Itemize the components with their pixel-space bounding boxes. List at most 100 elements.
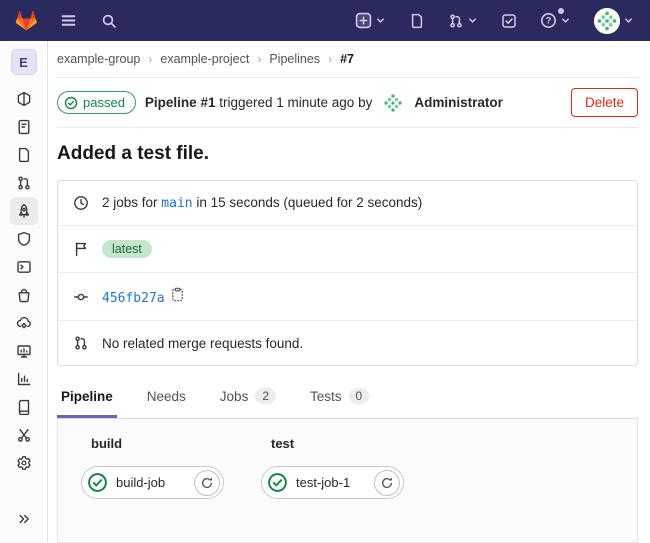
job-pill-build-job[interactable]: build-job [81, 466, 224, 499]
jobs-count-badge: 2 [255, 388, 276, 404]
bag-icon [16, 287, 32, 303]
new-dropdown-button[interactable] [353, 10, 388, 31]
left-sidebar: E [0, 41, 48, 543]
retry-job-button[interactable] [194, 470, 220, 496]
tab-label: Needs [147, 389, 186, 404]
pipeline-ref: Pipeline #1 [145, 95, 216, 110]
clipboard-icon [170, 287, 185, 302]
delete-button[interactable]: Delete [571, 88, 638, 117]
merge-requests-button[interactable] [446, 11, 480, 31]
breadcrumb-separator: › [328, 52, 332, 66]
sidebar-item-settings[interactable] [10, 449, 38, 477]
svg-text:?: ? [546, 16, 552, 26]
clock-icon [73, 195, 89, 211]
tab-label: Pipeline [61, 389, 113, 404]
retry-icon [200, 476, 214, 490]
merge-request-icon [448, 13, 464, 29]
breadcrumb-pipelines[interactable]: Pipelines [269, 52, 320, 66]
commit-sha-wrap: 456fb27a [102, 287, 185, 306]
latest-row: latest [58, 226, 637, 273]
pipeline-graph-panel: build build-job test test-job-1 [57, 419, 638, 543]
retry-icon [380, 476, 394, 490]
sidebar-item-plan[interactable] [10, 113, 38, 141]
jobs-duration-text: 2 jobs for main in 15 seconds (queued fo… [102, 195, 422, 211]
sidebar-collapse-button[interactable] [10, 505, 38, 533]
stage-column-build: build build-job [81, 436, 261, 542]
breadcrumb: example-group › example-project › Pipeli… [57, 41, 638, 78]
tab-needs[interactable]: Needs [143, 376, 190, 418]
breadcrumb-group[interactable]: example-group [57, 52, 140, 66]
check-circle-icon [64, 96, 78, 110]
todo-check-icon [501, 13, 517, 29]
jobs-text-post: in 15 seconds (queued for 2 seconds) [196, 195, 422, 210]
pipeline-summary-card: 2 jobs for main in 15 seconds (queued fo… [57, 180, 638, 366]
breadcrumb-pipeline-number: #7 [340, 52, 354, 66]
issues-button[interactable] [407, 11, 427, 31]
gitlab-app: ? E [0, 0, 650, 543]
cube-icon [16, 91, 32, 107]
rocket-icon [16, 203, 32, 219]
user-avatar[interactable] [381, 91, 405, 115]
book-icon [16, 399, 32, 415]
job-name: build-job [116, 475, 186, 490]
latest-badge: latest [102, 240, 152, 258]
user-menu-button[interactable] [592, 6, 636, 36]
sidebar-item-merge-requests[interactable] [10, 169, 38, 197]
gear-icon [16, 455, 32, 471]
commit-icon [73, 289, 89, 305]
sidebar-item-list [10, 85, 38, 477]
tab-label: Jobs [220, 389, 249, 404]
sidebar-item-monitor[interactable] [10, 337, 38, 365]
status-badge[interactable]: passed [57, 91, 136, 114]
main-content: example-group › example-project › Pipeli… [48, 41, 650, 543]
jobs-duration-row: 2 jobs for main in 15 seconds (queued fo… [58, 181, 637, 226]
job-pill-test-job-1[interactable]: test-job-1 [261, 466, 404, 499]
user-name-link[interactable]: Administrator [414, 95, 503, 110]
status-badge-label: passed [83, 95, 125, 110]
sidebar-item-wiki[interactable] [10, 393, 38, 421]
commit-title: Added a test file. [57, 143, 638, 165]
top-navbar: ? [0, 0, 650, 41]
stage-name: test [271, 436, 441, 451]
double-chevron-right-icon [17, 512, 31, 526]
retry-job-button[interactable] [374, 470, 400, 496]
tab-jobs[interactable]: Jobs 2 [216, 375, 280, 418]
project-avatar[interactable]: E [11, 49, 37, 75]
sidebar-item-secure[interactable] [10, 225, 38, 253]
copy-commit-sha-button[interactable] [170, 287, 185, 302]
user-avatar [594, 8, 620, 34]
sidebar-item-operate[interactable] [10, 309, 38, 337]
jobs-text-pre: 2 jobs for [102, 195, 158, 210]
stage-column-test: test test-job-1 [261, 436, 441, 542]
chevron-down-icon [467, 15, 478, 26]
navbar-right: ? [353, 6, 636, 36]
merge-requests-text: No related merge requests found. [102, 336, 303, 351]
hamburger-menu-button[interactable] [58, 10, 79, 31]
commit-sha-link[interactable]: 456fb27a [102, 291, 165, 306]
job-success-icon [267, 472, 288, 493]
gitlab-logo-icon[interactable] [14, 9, 38, 32]
sidebar-item-packages[interactable] [10, 281, 38, 309]
help-button[interactable]: ? [538, 10, 573, 31]
question-circle-icon: ? [540, 12, 557, 29]
search-button[interactable] [99, 11, 119, 31]
tab-pipeline[interactable]: Pipeline [57, 376, 117, 418]
commit-row: 456fb27a [58, 273, 637, 321]
sidebar-item-analyze[interactable] [10, 365, 38, 393]
sidebar-item-build[interactable] [10, 197, 38, 225]
sidebar-item-deploy[interactable] [10, 253, 38, 281]
branch-link[interactable]: main [161, 196, 192, 211]
tab-tests[interactable]: Tests0 [306, 375, 373, 418]
sidebar-item-manage[interactable] [10, 85, 38, 113]
job-success-icon [87, 472, 108, 493]
sidebar-item-code[interactable] [10, 141, 38, 169]
sidebar-item-snippets[interactable] [10, 421, 38, 449]
todos-button[interactable] [499, 11, 519, 31]
chart-icon [16, 371, 32, 387]
breadcrumb-project[interactable]: example-project [160, 52, 249, 66]
pipeline-triggered-text: Pipeline #1 triggered 1 minute ago by [145, 95, 372, 110]
cloud-gear-icon [16, 315, 32, 331]
breadcrumb-separator: › [257, 52, 261, 66]
stage-name: build [91, 436, 261, 451]
tab-label: Tests [310, 389, 342, 404]
